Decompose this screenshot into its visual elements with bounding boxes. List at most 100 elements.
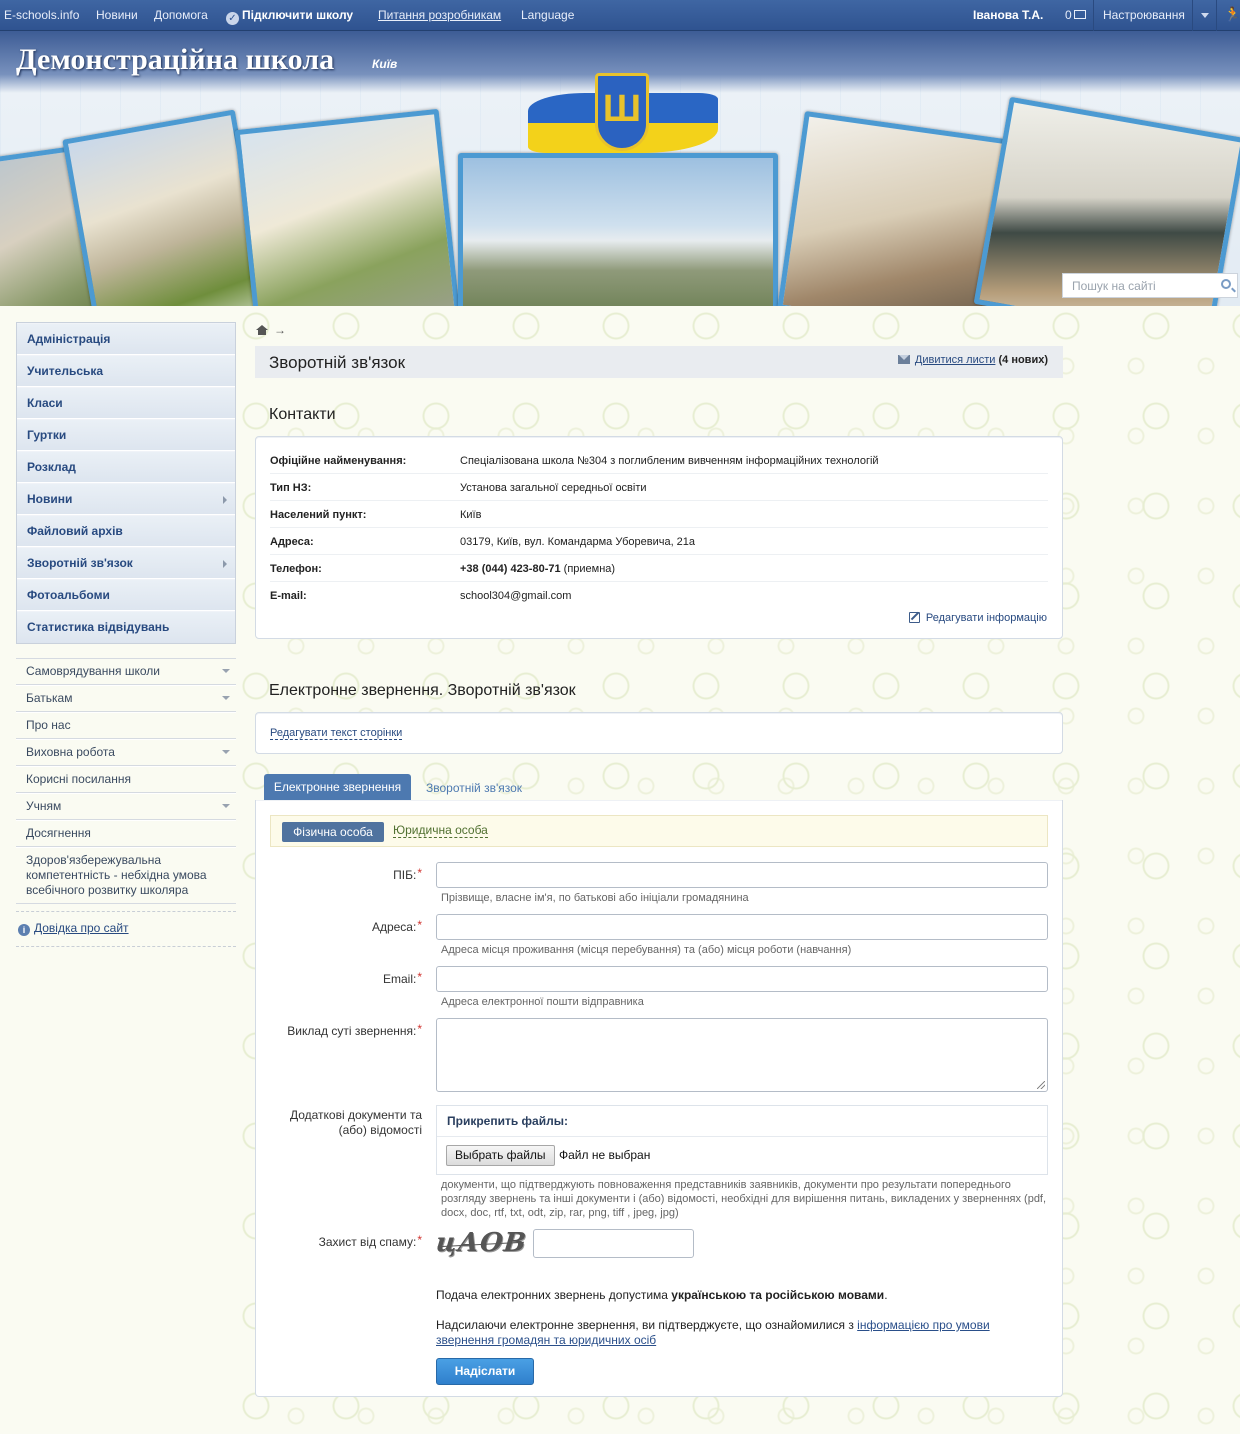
developers-link[interactable]: Питання розробникам <box>378 8 501 22</box>
sidebar-item-label: Новини <box>27 492 73 506</box>
chevron-down-icon <box>222 669 230 673</box>
legal-person-link[interactable]: Юридична особа <box>393 824 488 838</box>
sidebar-item-label: Корисні посилання <box>26 772 131 786</box>
sidebar-item-classes[interactable]: Класи <box>17 387 235 419</box>
required-mark: * <box>417 1233 422 1247</box>
school-photo <box>458 153 778 306</box>
sidebar-item-file-archive[interactable]: Файловий архів <box>17 515 235 547</box>
required-mark: * <box>417 866 422 880</box>
chevron-right-icon <box>223 496 227 504</box>
sidebar-item-schedule[interactable]: Розклад <box>17 451 235 483</box>
sidebar-extra-nav: Самоврядування школи Батькам Про нас Вих… <box>16 658 236 904</box>
edit-info-link[interactable]: Редагувати інформацію <box>908 612 1047 624</box>
contacts-panel: Офіційне найменування: Спеціалізована шк… <box>255 436 1063 639</box>
site-search <box>1062 273 1238 298</box>
physical-person-button[interactable]: Фізична особа <box>282 822 384 842</box>
settings-link[interactable]: Настроювання <box>1103 8 1185 22</box>
sidebar-item-visit-stats[interactable]: Статистика відвідувань <box>17 611 235 643</box>
language-menu[interactable]: Language <box>521 8 574 22</box>
contact-row: Тип НЗ: Установа загальної середньої осв… <box>270 474 1048 501</box>
chevron-down-icon <box>222 750 230 754</box>
essence-label: Виклад суті звернення:* <box>266 1022 422 1039</box>
news-link[interactable]: Новини <box>96 8 138 22</box>
address-field[interactable] <box>436 914 1048 940</box>
separator <box>1192 0 1193 31</box>
sidebar-item-news[interactable]: Новини <box>17 483 235 515</box>
docs-hint: документи, що підтверджують повноваження… <box>441 1179 1047 1219</box>
essence-label-text: Виклад суті звернення: <box>287 1024 417 1038</box>
note-bold: українською та російською мовами <box>671 1288 885 1302</box>
contact-value: Установа загальної середньої освіти <box>460 482 647 494</box>
edit-page-panel: Редагувати текст сторінки <box>255 712 1063 754</box>
separator <box>1093 0 1094 31</box>
contact-value: school304@gmail.com <box>460 590 572 602</box>
sidebar-item-teachers[interactable]: Учительська <box>17 355 235 387</box>
home-icon[interactable] <box>256 325 268 335</box>
contact-key: Тип НЗ: <box>270 482 312 494</box>
email-field[interactable] <box>436 966 1048 992</box>
sidebar-item-label: Розклад <box>27 460 76 474</box>
contact-row: Телефон: +38 (044) 423-80-71 (приемна) <box>270 555 1048 582</box>
essence-textarea[interactable] <box>436 1018 1048 1092</box>
sidebar-item-photo-albums[interactable]: Фотоальбоми <box>17 579 235 611</box>
sidebar-item-self-government[interactable]: Самоврядування школи <box>16 658 236 685</box>
phone-number: +38 (044) 423-80-71 <box>460 563 561 575</box>
sidebar-item-label: Батькам <box>26 691 73 705</box>
contact-key: Телефон: <box>270 563 322 575</box>
breadcrumb: → <box>256 323 286 337</box>
contact-key: Адреса: <box>270 536 314 548</box>
sidebar-item-label: Здоров'язбережувальна компетентність - н… <box>26 853 207 897</box>
chevron-down-icon[interactable] <box>1201 13 1209 18</box>
choose-files-button[interactable]: Выбрать файлы <box>446 1145 555 1166</box>
required-mark: * <box>417 1022 422 1036</box>
help-link[interactable]: Допомога <box>154 8 208 22</box>
site-link[interactable]: E-schools.info <box>4 8 79 22</box>
contact-row: E-mail: school304@gmail.com <box>270 582 1048 609</box>
school-title[interactable]: Демонстраційна школа <box>16 43 334 77</box>
contact-row: Офіційне найменування: Спеціалізована шк… <box>270 447 1048 474</box>
contact-value: 03179, Київ, вул. Командарма Уборевича, … <box>460 536 696 548</box>
sidebar-item-health[interactable]: Здоров'язбережувальна компетентність - н… <box>16 847 236 904</box>
docs-label: Додаткові документи та (або) відомості <box>289 1108 422 1137</box>
site-help-link[interactable]: Довідка про сайт <box>34 921 129 935</box>
edit-page-text-link[interactable]: Редагувати текст сторінки <box>270 727 403 740</box>
sidebar-item-label: Виховна робота <box>26 745 115 759</box>
messages-link[interactable]: 0 <box>1065 8 1086 22</box>
tab-electronic-appeal[interactable]: Електронне звернення <box>264 774 411 800</box>
page-header: Зворотній зв'язок Дивитися листи (4 нови… <box>255 346 1063 378</box>
sidebar-item-upbringing[interactable]: Виховна робота <box>16 739 236 766</box>
sidebar-item-useful-links[interactable]: Корисні посилання <box>16 766 236 793</box>
view-letters-link[interactable]: Дивитися листи <box>915 354 996 366</box>
name-field[interactable] <box>436 862 1048 888</box>
new-letters-count: (4 нових) <box>998 354 1048 366</box>
sidebar-item-feedback[interactable]: Зворотній зв'язок <box>17 547 235 579</box>
contact-value: Київ <box>460 509 482 521</box>
search-input[interactable] <box>1063 274 1213 297</box>
tab-feedback[interactable]: Зворотній зв'язок <box>426 781 522 795</box>
sidebar-item-students[interactable]: Учням <box>16 793 236 820</box>
connect-school-link[interactable]: ✓ Підключити школу <box>226 8 353 25</box>
sidebar-item-clubs[interactable]: Гуртки <box>17 419 235 451</box>
breadcrumb-arrow: → <box>274 323 286 337</box>
language-note: Подача електронних звернень допустима ук… <box>436 1288 1036 1303</box>
search-icon[interactable] <box>1221 279 1231 289</box>
sidebar-item-administration[interactable]: Адміністрація <box>17 323 235 355</box>
note-text: Подача електронних звернень допустима <box>436 1288 672 1302</box>
logout-icon[interactable]: 🏃 <box>1224 6 1240 23</box>
view-letters: Дивитися листи (4 нових) <box>897 354 1048 366</box>
sidebar-item-parents[interactable]: Батькам <box>16 685 236 712</box>
email-label: Email:* <box>266 970 422 987</box>
sidebar-item-achievements[interactable]: Досягнення <box>16 820 236 847</box>
resize-handle-icon[interactable] <box>1037 1081 1045 1089</box>
note-text: . <box>884 1288 888 1302</box>
user-name[interactable]: Іванова Т.А. <box>973 8 1043 22</box>
no-file-text: Файл не выбран <box>559 1148 651 1162</box>
note-text: Надсилаючи електронне звернення, ви підт… <box>436 1318 858 1332</box>
edit-icon <box>908 612 920 623</box>
page-title: Зворотній зв'язок <box>269 353 406 372</box>
sidebar-item-about[interactable]: Про нас <box>16 712 236 739</box>
captcha-input[interactable] <box>533 1229 694 1258</box>
chevron-down-icon <box>222 696 230 700</box>
submit-button[interactable]: Надіслати <box>436 1358 534 1385</box>
coat-of-arms-icon: Ш <box>595 73 649 151</box>
